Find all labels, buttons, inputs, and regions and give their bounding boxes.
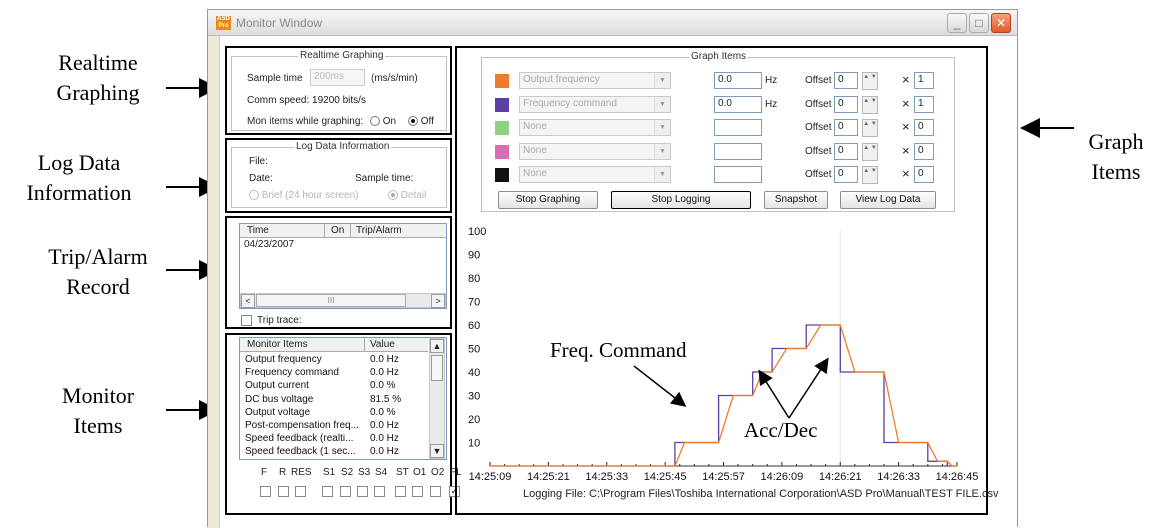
x-tick-label: 14:26:33 <box>877 471 920 483</box>
x-tick-label: 14:25:45 <box>644 471 687 483</box>
logging-file-path: Logging File: C:\Program Files\Toshiba I… <box>523 488 999 500</box>
realtime-chart: 10 20 30 40 50 60 70 80 90 100 14:25:09 14:25:21 14:… <box>468 226 979 483</box>
x-tick-label: 14:25:33 <box>585 471 628 483</box>
y-tick-label: 90 <box>468 250 480 262</box>
y-tick-label: 100 <box>468 226 486 238</box>
x-tick-label: 14:25:57 <box>702 471 745 483</box>
x-tick-label: 14:25:09 <box>469 471 512 483</box>
y-tick-label: 40 <box>468 367 480 379</box>
y-tick-label: 10 <box>468 438 480 450</box>
y-tick-label: 60 <box>468 320 480 332</box>
freq-command-annotation: Freq. Command <box>550 338 687 362</box>
y-tick-label: 30 <box>468 391 480 403</box>
accdec-annotation: Acc/Dec <box>744 418 818 442</box>
y-tick-label: 20 <box>468 414 480 426</box>
x-tick-label: 14:26:45 <box>936 471 979 483</box>
x-tick-label: 14:25:21 <box>527 471 570 483</box>
x-tick-label: 14:26:09 <box>760 471 803 483</box>
y-tick-label: 50 <box>468 344 480 356</box>
y-tick-label: 70 <box>468 297 480 309</box>
y-tick-label: 80 <box>468 273 480 285</box>
x-tick-label: 14:26:21 <box>819 471 862 483</box>
